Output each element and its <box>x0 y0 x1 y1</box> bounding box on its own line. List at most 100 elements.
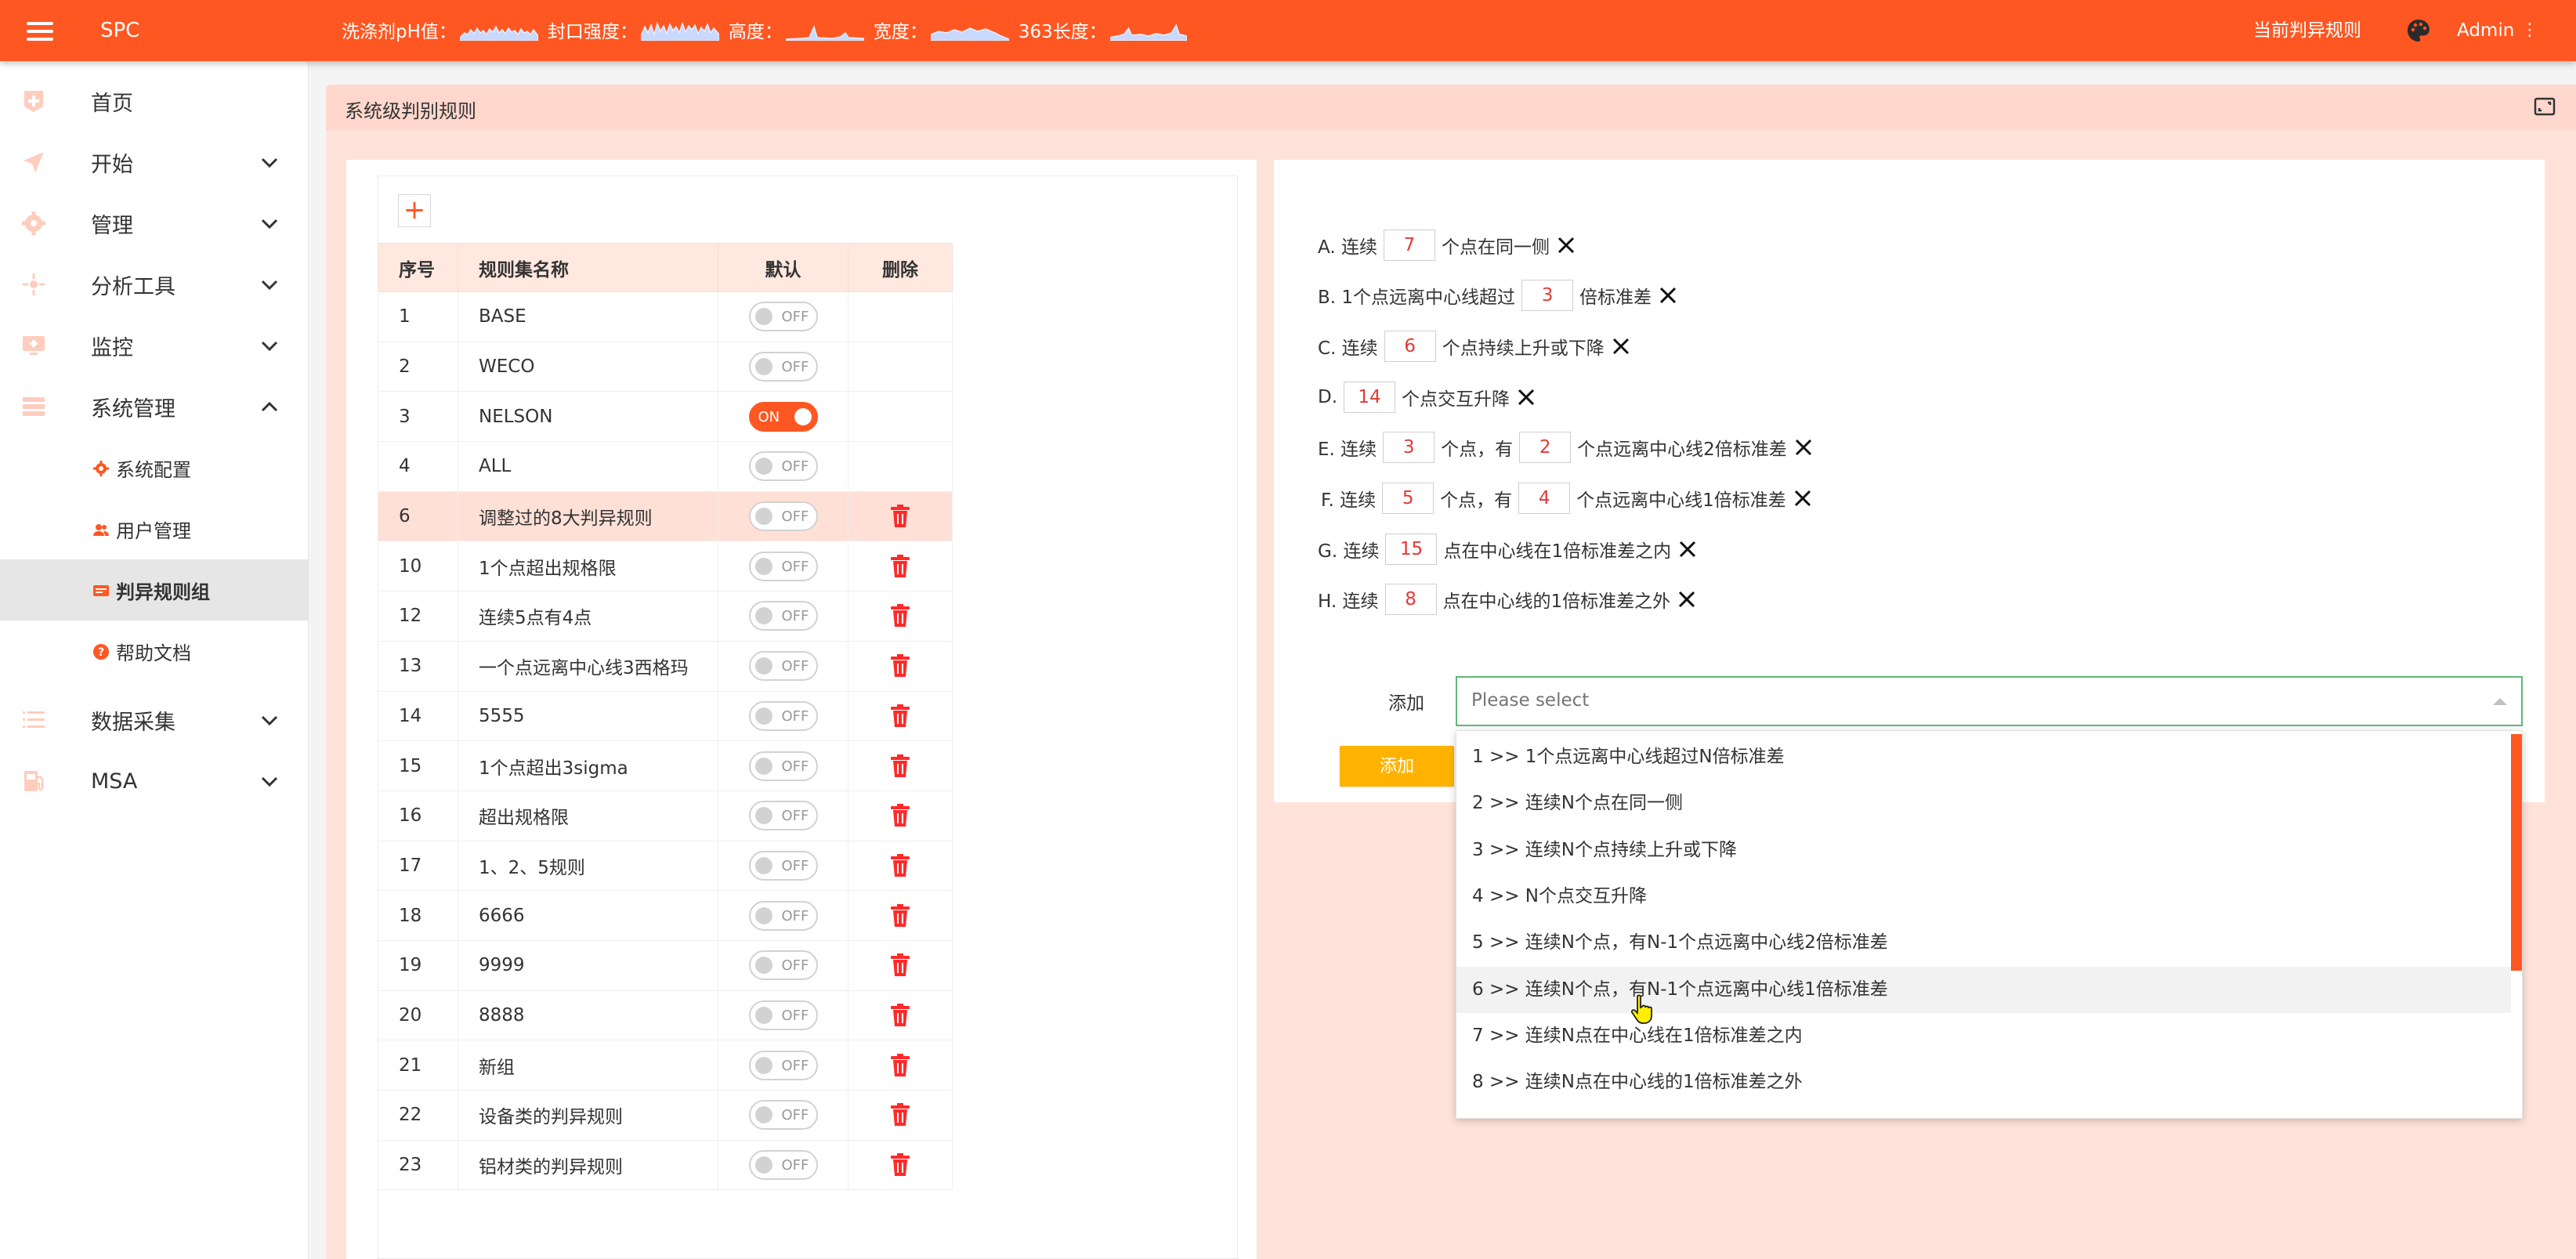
default-toggle[interactable]: OFF <box>748 950 818 981</box>
trash-icon[interactable] <box>889 953 911 978</box>
menu-toggle-icon[interactable] <box>27 22 53 41</box>
table-row[interactable]: 13 一个点远离中心线3西格玛 OFF <box>378 640 953 692</box>
table-row[interactable]: 12 连续5点有4点 OFF <box>378 591 953 642</box>
remove-rule-icon[interactable] <box>1677 589 1697 610</box>
rule-param-input[interactable]: 7 <box>1383 230 1435 261</box>
remove-rule-icon[interactable] <box>1611 336 1631 356</box>
rule-param-input[interactable]: 2 <box>1519 432 1572 463</box>
remove-rule-icon[interactable] <box>1658 285 1678 306</box>
table-row[interactable]: 10 1个点超出规格限 OFF <box>378 541 953 592</box>
dropdown-option[interactable]: 8 >> 连续N点在中心线的1倍标准差之外 <box>1456 1059 2511 1105</box>
trash-icon[interactable] <box>889 504 911 529</box>
sidebar-item-data-collection[interactable]: 数据采集 <box>0 689 309 751</box>
dropdown-option[interactable]: 5 >> 连续N个点，有N-1个点远离中心线2倍标准差 <box>1456 920 2511 966</box>
table-row[interactable]: 22 设备类的判异规则 OFF <box>378 1090 953 1141</box>
default-toggle[interactable]: OFF <box>748 451 818 482</box>
default-toggle[interactable]: OFF <box>748 1150 818 1181</box>
trash-icon[interactable] <box>889 903 911 928</box>
dropdown-option[interactable]: 3 >> 连续N个点持续上升或下降 <box>1456 827 2511 874</box>
default-toggle[interactable]: OFF <box>748 1050 818 1080</box>
sidebar-item-monitor[interactable]: 监控 <box>0 315 309 376</box>
metric-height[interactable]: 高度： <box>729 16 864 43</box>
table-row[interactable]: 15 1个点超出3sigma OFF <box>378 740 953 791</box>
remove-rule-icon[interactable] <box>1516 387 1536 407</box>
add-rule-button[interactable]: 添加 <box>1340 746 1454 787</box>
default-toggle[interactable]: OFF <box>748 601 818 631</box>
dropdown-option[interactable]: 7 >> 连续N点在中心线在1倍标准差之内 <box>1456 1013 2511 1059</box>
table-row[interactable]: 1 BASE OFF <box>378 291 953 342</box>
dropdown-option[interactable]: 1 >> 1个点远离中心线超过N倍标准差 <box>1456 734 2511 780</box>
trash-icon[interactable] <box>889 754 911 779</box>
rule-param-input[interactable]: 5 <box>1382 483 1435 514</box>
sidebar-item-system[interactable]: 系统管理 <box>0 376 309 437</box>
rule-param-input[interactable]: 15 <box>1385 534 1438 565</box>
user-menu[interactable]: Admin <box>2457 17 2514 44</box>
sidebar-item-msa[interactable]: MSA <box>0 751 309 812</box>
trash-icon[interactable] <box>889 853 911 878</box>
dropdown-option[interactable]: 4 >> N个点交互升降 <box>1456 874 2511 920</box>
metric-length[interactable]: 363长度： <box>1018 16 1187 43</box>
trash-icon[interactable] <box>889 1003 911 1028</box>
default-toggle[interactable]: OFF <box>748 850 818 881</box>
default-toggle[interactable]: OFF <box>748 1000 818 1030</box>
sidebar-item-start[interactable]: 开始 <box>0 132 309 193</box>
sidebar-item-system-config[interactable]: 系统配置 <box>0 437 309 498</box>
default-toggle[interactable]: OFF <box>748 501 818 532</box>
table-row[interactable]: 4 ALL OFF <box>378 441 953 492</box>
expand-icon[interactable] <box>2534 96 2556 118</box>
trash-icon[interactable] <box>889 554 911 579</box>
rule-param-input[interactable]: 6 <box>1384 331 1436 362</box>
trash-icon[interactable] <box>889 653 911 678</box>
trash-icon[interactable] <box>889 704 911 729</box>
default-toggle[interactable]: ON <box>748 401 818 432</box>
rule-param-input[interactable]: 3 <box>1383 432 1435 463</box>
default-toggle[interactable]: OFF <box>748 352 818 382</box>
sidebar-item-analysis[interactable]: 分析工具 <box>0 254 309 315</box>
default-toggle[interactable]: OFF <box>748 751 818 781</box>
palette-icon[interactable] <box>2405 17 2432 44</box>
default-toggle[interactable]: OFF <box>748 801 818 831</box>
table-row[interactable]: 20 8888 OFF <box>378 989 953 1041</box>
table-row[interactable]: 19 9999 OFF <box>378 939 953 991</box>
remove-rule-icon[interactable] <box>1556 235 1576 255</box>
sidebar-item-rule-groups[interactable]: 判异规则组 <box>0 559 309 620</box>
metric-seal[interactable]: 封口强度： <box>548 16 719 43</box>
table-row[interactable]: 3 NELSON ON <box>378 391 953 443</box>
table-row[interactable]: 6 调整过的8大判异规则 OFF <box>378 490 953 542</box>
sidebar-item-user-management[interactable]: 用户管理 <box>0 498 309 559</box>
table-row[interactable]: 2 WECO OFF <box>378 341 953 393</box>
sidebar-item-home[interactable]: 首页 <box>0 71 309 132</box>
more-vert-icon[interactable]: ⋮ <box>2521 17 2538 44</box>
table-row[interactable]: 23 铝材类的判异规则 OFF <box>378 1139 953 1191</box>
default-toggle[interactable]: OFF <box>748 900 818 931</box>
default-toggle[interactable]: OFF <box>748 700 818 731</box>
trash-icon[interactable] <box>889 1102 911 1127</box>
rule-param-input[interactable]: 14 <box>1344 382 1396 413</box>
default-toggle[interactable]: OFF <box>748 302 818 332</box>
remove-rule-icon[interactable] <box>1677 539 1698 559</box>
dropdown-option[interactable]: 6 >> 连续N个点，有N-1个点远离中心线1倍标准差 <box>1456 966 2511 1013</box>
rule-param-input[interactable]: 4 <box>1518 483 1571 514</box>
trash-icon[interactable] <box>889 1152 911 1178</box>
rule-param-input[interactable]: 3 <box>1521 280 1574 311</box>
table-row[interactable]: 17 1、2、5规则 OFF <box>378 840 953 892</box>
metric-ph[interactable]: 洗涤剂pH值： <box>342 16 538 43</box>
table-row[interactable]: 16 超出规格限 OFF <box>378 790 953 841</box>
sidebar-item-help-docs[interactable]: ? 帮助文档 <box>0 620 309 682</box>
remove-rule-icon[interactable] <box>1793 437 1814 458</box>
default-toggle[interactable]: OFF <box>748 1100 818 1131</box>
trash-icon[interactable] <box>889 1053 911 1078</box>
metric-width[interactable]: 宽度： <box>874 16 1009 43</box>
dropdown-scrollbar[interactable] <box>2511 734 2522 971</box>
table-row[interactable]: 21 新组 OFF <box>378 1040 953 1091</box>
table-row[interactable]: 18 6666 OFF <box>378 890 953 941</box>
rule-select[interactable]: Please select <box>1456 676 2523 726</box>
remove-rule-icon[interactable] <box>1793 488 1813 508</box>
current-rules-link[interactable]: 当前判异规则 <box>2253 17 2361 44</box>
trash-icon[interactable] <box>889 603 911 628</box>
default-toggle[interactable]: OFF <box>748 651 818 682</box>
trash-icon[interactable] <box>889 803 911 828</box>
default-toggle[interactable]: OFF <box>748 551 818 581</box>
rule-param-input[interactable]: 8 <box>1384 584 1437 615</box>
table-row[interactable]: 14 5555 OFF <box>378 690 953 742</box>
